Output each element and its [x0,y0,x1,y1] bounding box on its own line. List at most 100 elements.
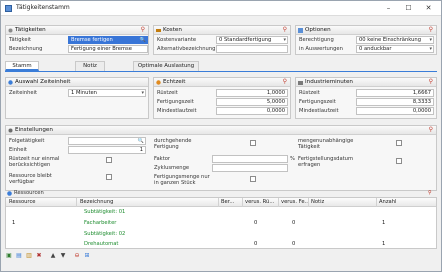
fertigstellungsdatum-checkbox[interactable] [396,158,402,164]
folgetaetigkeit-field[interactable]: 🔍 [68,137,146,145]
col-anzahl[interactable]: Anzahl [379,199,396,205]
search-icon[interactable]: 🔍 [138,138,144,144]
fertigungsmenge-checkbox[interactable] [250,176,256,182]
kostenvariante-select[interactable]: 0 Standardfertigung ▾ [216,36,288,44]
pin-icon[interactable]: ⚲ [283,78,287,85]
chevron-down-icon[interactable]: ▾ [429,37,432,43]
panel-title: Kosten [163,27,182,33]
col-verus-fe[interactable]: verus. Fe... [281,199,310,205]
title-bar: Tätigkeitenstamm – ☐ ✕ [1,1,441,16]
maximize-button[interactable]: ☐ [401,3,416,13]
faktor-field[interactable] [212,155,288,163]
cell-verus-fe: 0 [292,220,296,226]
pin-icon[interactable]: ⚲ [429,126,433,133]
cell-bezeichnung: Facharbeiter [84,220,117,226]
panel-taetigkeiten: Tätigkeiten ⚲ Tätigkeit Bremse fertigen … [5,25,149,55]
add-icon[interactable]: ▣ [5,252,13,260]
fertigungszeit-field[interactable]: 5,0000 [216,98,288,106]
col-ressource[interactable]: Ressource [9,199,36,205]
cell-verus-rue: 0 [254,241,258,247]
panel-header: Echtzeit ⚲ [154,78,290,87]
col-notiz[interactable]: Notiz [311,199,324,205]
ressourcen-title: Ressourcen [14,190,44,196]
search-icon[interactable]: 🔍 [140,37,146,43]
tab-stamm[interactable]: Stamm [5,61,39,71]
check-icon [298,28,303,33]
pin-icon[interactable]: ⚲ [428,190,432,196]
panel-title: Einstellungen [15,127,53,133]
tab-underline [5,71,437,72]
pin-icon[interactable]: ⚲ [141,26,145,33]
copy-icon[interactable]: ▥ [25,252,33,260]
move-up-icon[interactable]: ▲ [49,252,57,260]
label-kostenvariante: Kostenvariante [157,37,197,43]
ressource-bleibt-checkbox[interactable] [106,174,112,180]
minimize-button[interactable]: – [381,3,396,13]
label-zyklusmenge: Zyklusmenge [154,165,190,171]
edit-icon[interactable]: ▤ [15,252,23,260]
tab-optimale-auslastung[interactable]: Optimale Auslastung [133,61,199,71]
label-auswertungen: in Auswertungen [299,46,343,52]
fertigungszeit-industrie-field[interactable]: 8,3333 [356,98,434,106]
label-mengenunabhaengig: mengenunabhängige Tätigkeit [298,138,354,150]
pin-icon[interactable]: ⚲ [429,26,433,33]
ressourcen-grid: Ressource Bezeichnung Ber... verus. Rü..… [5,197,437,249]
ruestzeit-field[interactable]: 1,0000 [216,89,288,97]
panel-einstellungen: Einstellungen ⚲ Folgetätigkeit 🔍 Einheit… [5,125,437,191]
mindestlaufzeit-field[interactable]: 0,0000 [216,107,288,115]
berechtigung-select[interactable]: 00 keine Einschränkung ▾ [356,36,434,44]
label-berechtigung: Berechtigung [299,37,334,43]
col-ber[interactable]: Ber... [221,199,234,205]
alternativ-field[interactable] [216,45,288,53]
delete-icon[interactable]: ✖ [35,252,43,260]
label-durchgehende: durchgehende Fertigung [154,138,192,150]
move-down-icon[interactable]: ▼ [59,252,67,260]
panel-title: Echtzeit [163,79,186,85]
durchgehende-checkbox[interactable] [250,140,256,146]
einheit-field[interactable]: 1 [68,146,146,154]
cell-bezeichnung: Drehautomat [84,241,119,247]
mindestlaufzeit-industrie-field[interactable]: 0,0000 [356,107,434,115]
col-bezeichnung[interactable]: Bezeichnung [80,199,113,205]
panel-header: Kosten ⚲ [154,26,290,35]
pin-icon[interactable]: ⚲ [283,26,287,33]
label-ruestzeit: Rüstzeit [299,90,320,96]
label-fertigungszeit: Fertigungszeit [157,99,194,105]
label-fertigstellungsdatum: Fertigstellungsdatum erfragen [298,156,354,168]
ruestzeit-industrie-field[interactable]: 1,6667 [356,89,434,97]
mengenunabhaengig-checkbox[interactable] [396,140,402,146]
close-button[interactable]: ✕ [421,3,436,13]
label-einheit: Einheit [9,147,27,153]
chevron-down-icon[interactable]: ▾ [429,46,432,52]
app-icon [5,5,12,12]
zyklusmenge-field[interactable] [212,164,288,172]
grid-settings-icon[interactable]: ⊞ [83,252,91,260]
clock-icon [156,80,161,85]
zeiteinheit-select[interactable]: 1 Minuten ▾ [68,89,146,97]
tab-notiz[interactable]: Notiz [75,61,105,71]
chevron-down-icon[interactable]: ▾ [141,90,144,96]
auswertungen-select[interactable]: 0 anduckbar ▾ [356,45,434,53]
col-verus-rue[interactable]: verus. Rü... [245,199,274,205]
label-zeiteinheit: Zeiteinheit [9,90,38,96]
window-title: Tätigkeitenstamm [16,4,70,11]
panel-header: Tätigkeiten ⚲ [6,26,148,35]
factory-icon [298,81,303,85]
chevron-down-icon[interactable]: ▾ [283,37,286,43]
remove-row-icon[interactable]: ⊖ [73,252,81,260]
cell-ressource: 1 [12,220,16,226]
label-folgetaetigkeit: Folgetätigkeit [9,138,45,144]
label-ruestzeit: Rüstzeit [157,90,178,96]
clock-icon [8,80,13,85]
panel-title: Optionen [305,27,331,33]
cell-bezeichnung: Subtätigkeit: 02 [84,231,126,237]
cell-bezeichnung: Subtätigkeit: 01 [84,209,126,215]
taetigkeit-field[interactable]: Bremse fertigen 🔍 [68,36,148,44]
cell-verus-fe: 0 [292,241,296,247]
bezeichnung-field[interactable]: Fertigung einer Bremse [68,45,148,53]
pin-icon[interactable]: ⚲ [429,78,433,85]
panel-header: Optionen ⚲ [296,26,436,35]
label-fertigungszeit: Fertigungszeit [299,99,336,105]
cell-verus-rue: 0 [254,220,258,226]
ruestzeit-einmal-checkbox[interactable] [106,157,112,163]
